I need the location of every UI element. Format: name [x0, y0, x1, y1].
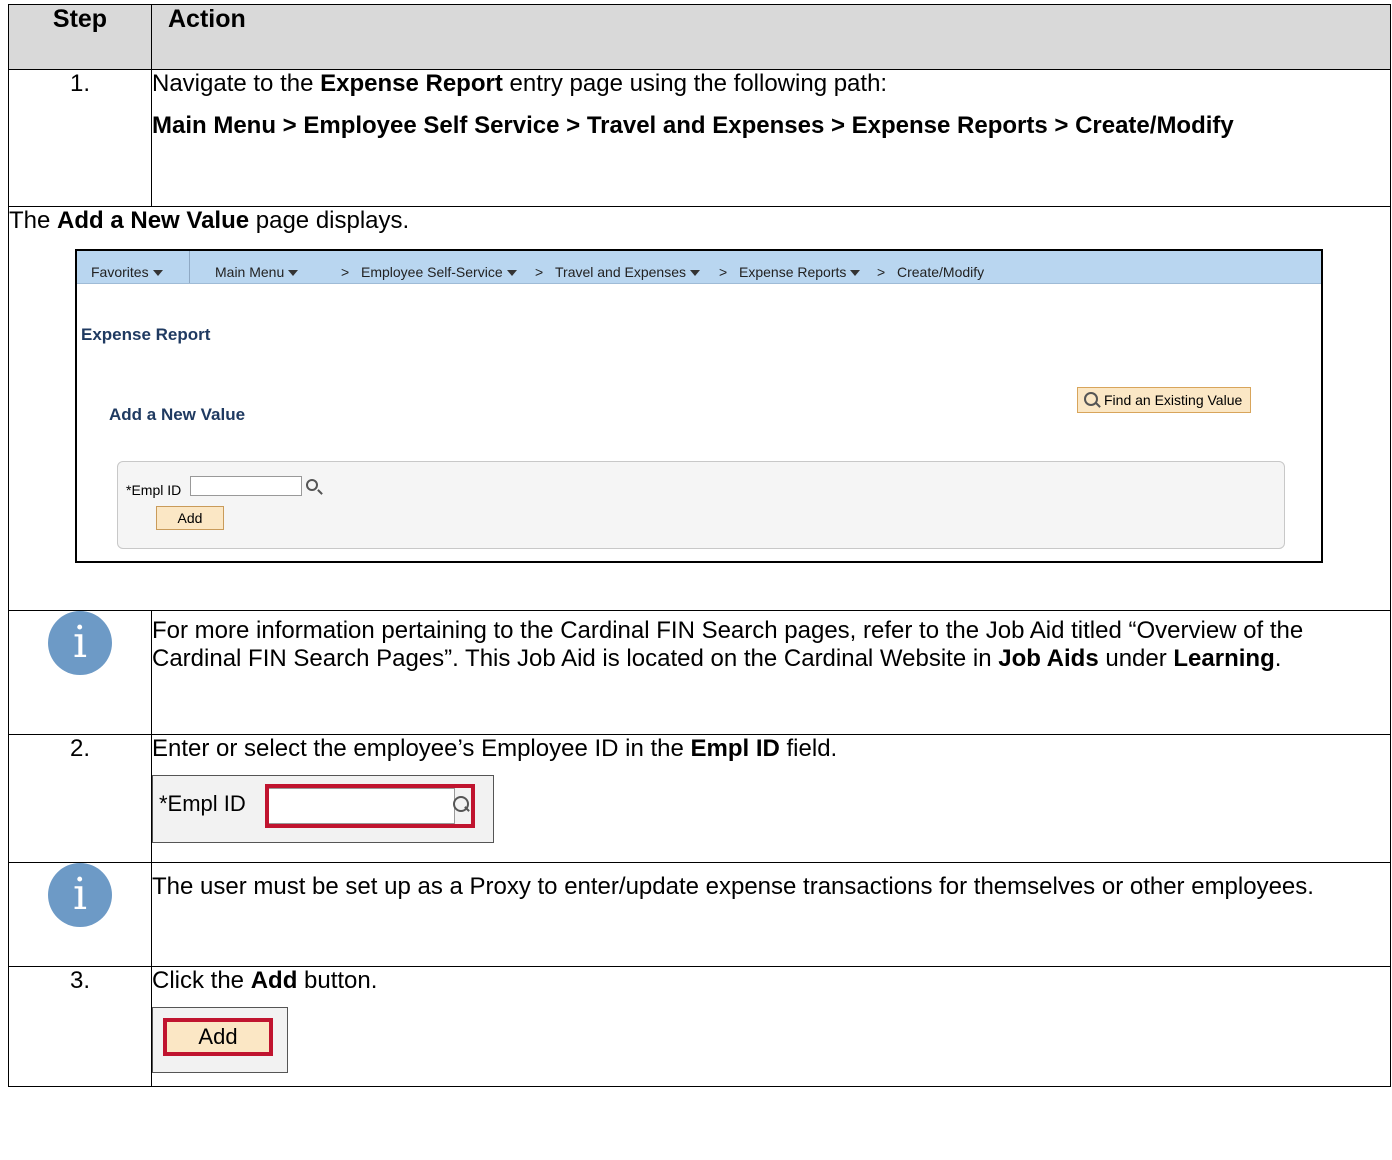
info-icon-cell: i [8, 610, 152, 735]
chevron-down-icon [850, 270, 861, 277]
add-new-value-heading: Add a New Value [109, 405, 246, 424]
empl-id-label: *Empl ID [126, 482, 182, 498]
step-action: Click the Add button. Add [151, 966, 1391, 1087]
text: Enter or select the employee’s Employee … [152, 735, 691, 762]
step-column-header: Step [8, 4, 152, 70]
job-aid-document: Step Action 1. Navigate to the Expense R… [0, 0, 1392, 1160]
nav-divider [189, 251, 190, 283]
text: . [1274, 645, 1282, 672]
text: field. [779, 735, 838, 762]
text: entry page using the following path: [502, 70, 888, 97]
travel-expenses-menu[interactable]: Travel and Expenses [555, 258, 700, 286]
expense-reports-label: Expense Reports [739, 264, 847, 280]
self-service-menu[interactable]: Employee Self-Service [361, 258, 517, 286]
bold-text: Learning [1173, 645, 1275, 672]
step-action: Enter or select the employee’s Employee … [151, 734, 1391, 863]
bold-text: Job Aids [998, 645, 1099, 672]
chevron-down-icon [152, 270, 163, 277]
step-number: 3. [8, 966, 152, 1087]
header-row: Step Action [8, 4, 1391, 70]
chevron-down-icon [288, 270, 299, 277]
step-row-1: 1. Navigate to the Expense Report entry … [8, 69, 1391, 207]
text: under [1098, 645, 1174, 672]
bold-text: Empl ID [690, 735, 780, 762]
step-action: Navigate to the Expense Report entry pag… [151, 69, 1391, 207]
favorites-menu[interactable]: Favorites [91, 258, 163, 286]
chevron-right-icon: > [719, 264, 728, 280]
info-row-1: i For more information pertaining to the… [8, 610, 1391, 735]
empl-id-input[interactable] [190, 476, 302, 496]
text: button. [297, 967, 378, 994]
create-modify-link[interactable]: Create/Modify [897, 258, 984, 286]
favorites-label: Favorites [91, 264, 149, 280]
expense-report-screenshot: Favorites Main Menu > Employee Self-Serv… [75, 249, 1323, 563]
info-icon: i [48, 863, 112, 927]
search-icon [1084, 392, 1098, 406]
chevron-right-icon: > [877, 264, 886, 280]
step-number: 2. [8, 734, 152, 863]
info-text: For more information pertaining to the C… [151, 610, 1391, 735]
add-button[interactable]: Add [156, 506, 224, 530]
find-button-label: Find an Existing Value [1104, 392, 1243, 408]
chevron-right-icon: > [535, 264, 544, 280]
lookup-icon[interactable] [306, 479, 318, 491]
empl-id-label: *Empl ID [159, 791, 246, 816]
add-button-crop: Add [152, 1007, 288, 1073]
page-display-note: The Add a New Value page displays. [9, 207, 1390, 235]
step-number: 1. [8, 69, 152, 207]
add-button[interactable]: Add [163, 1018, 273, 1056]
main-menu-label: Main Menu [215, 264, 285, 280]
steps-table: Step Action 1. Navigate to the Expense R… [8, 4, 1391, 1087]
info-row-2: i The user must be set up as a Proxy to … [8, 862, 1391, 967]
bold-text: Expense Report [320, 70, 503, 97]
chevron-down-icon [506, 270, 517, 277]
page-title: Expense Report [81, 325, 211, 344]
screenshot-cell: The Add a New Value page displays. Favor… [8, 206, 1391, 611]
main-menu[interactable]: Main Menu [215, 258, 299, 286]
text: Click the [152, 967, 251, 994]
chevron-right-icon: > [341, 264, 350, 280]
find-existing-value-button[interactable]: Find an Existing Value [1077, 387, 1251, 413]
action-column-header: Action [151, 4, 1391, 70]
add-value-groupbox: *Empl ID Add [117, 461, 1285, 549]
screenshot-row: The Add a New Value page displays. Favor… [8, 206, 1391, 611]
lookup-icon[interactable] [453, 796, 469, 812]
info-icon: i [48, 611, 112, 675]
step-row-3: 3. Click the Add button. Add [8, 966, 1391, 1087]
bold-text: Add [250, 967, 298, 994]
step-instruction: Click the Add button. [152, 967, 1390, 995]
step-instruction: Navigate to the Expense Report entry pag… [152, 70, 1390, 98]
bold-text: Add a New Value [57, 207, 250, 234]
step-row-2: 2. Enter or select the employee’s Employ… [8, 734, 1391, 863]
navigation-path: Main Menu > Employee Self Service > Trav… [152, 112, 1234, 139]
travel-label: Travel and Expenses [555, 264, 686, 280]
highlight-box [265, 784, 475, 828]
text: The [9, 207, 58, 234]
info-icon-cell: i [8, 862, 152, 967]
expense-reports-menu[interactable]: Expense Reports [739, 258, 861, 286]
self-service-label: Employee Self-Service [361, 264, 503, 280]
step-instruction: Enter or select the employee’s Employee … [152, 735, 1390, 763]
chevron-down-icon [690, 270, 700, 277]
breadcrumb-nav: Favorites Main Menu > Employee Self-Serv… [77, 251, 1321, 284]
text: Navigate to the [152, 70, 321, 97]
text: page displays. [249, 207, 410, 234]
empl-id-field-crop: *Empl ID [152, 775, 494, 843]
info-text: The user must be set up as a Proxy to en… [151, 862, 1391, 967]
